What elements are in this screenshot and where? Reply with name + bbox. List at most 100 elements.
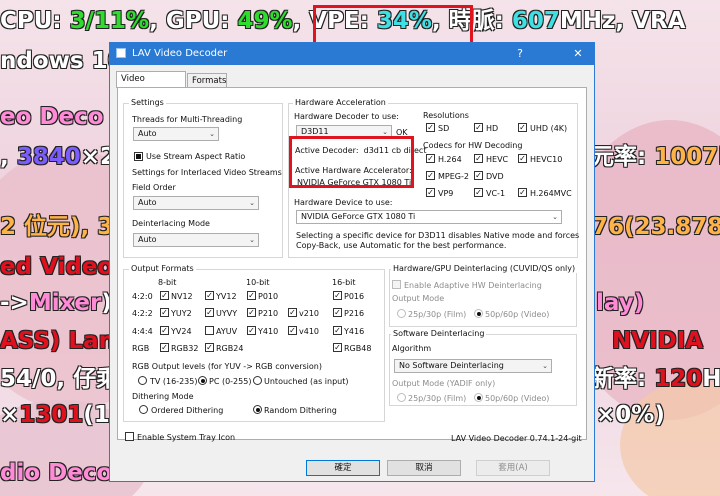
- codec-vp9-label: VP9: [438, 189, 454, 198]
- fmt-y416-label: Y416: [344, 327, 365, 336]
- ok-button[interactable]: 確定: [306, 460, 380, 476]
- codec-dvd-checkbox[interactable]: ✓: [474, 171, 483, 180]
- osd-line-gpu: NVIDIA: [612, 328, 704, 354]
- osd-line-drop: ×0%): [596, 402, 665, 428]
- res-hd-checkbox[interactable]: ✓: [474, 123, 483, 132]
- fmt-uyvy-checkbox[interactable]: ✓: [205, 308, 214, 317]
- fmt-p216-checkbox[interactable]: ✓: [333, 308, 342, 317]
- dither-ordered-label: Ordered Dithering: [151, 406, 224, 415]
- codec-hevc-checkbox[interactable]: ✓: [474, 154, 483, 163]
- col-8bit-label: 8-bit: [158, 278, 177, 287]
- fmt-p010-checkbox[interactable]: ✓: [247, 291, 256, 300]
- osd-line-subtitle: ASS) Lan: [0, 328, 115, 354]
- fmt-p210-checkbox[interactable]: ✓: [247, 308, 256, 317]
- fmt-yv12-checkbox[interactable]: ✓: [205, 291, 214, 300]
- codec-h264mvc-checkbox[interactable]: ✓: [518, 188, 527, 197]
- fmt-y416-checkbox[interactable]: ✓: [333, 326, 342, 335]
- tab-video-settings[interactable]: Video Settings: [116, 71, 186, 98]
- hw-device-select[interactable]: NVIDIA GeForce GTX 1080 Ti ⌄: [296, 210, 562, 224]
- osd-line-audio-decoder: dio Deco: [0, 460, 113, 486]
- fmt-ayuv-checkbox[interactable]: [205, 326, 214, 335]
- col-10bit-label: 10-bit: [246, 278, 270, 287]
- osd-line-display: lay): [596, 290, 645, 316]
- osd-line-fps: 76(23.878: [592, 214, 720, 240]
- osd-line-bitrate: 元率: 1007k: [591, 144, 720, 170]
- dither-random-radio[interactable]: [253, 405, 262, 414]
- deint-mode-select[interactable]: Auto ⌄: [133, 233, 259, 247]
- hw-mode-film-radio[interactable]: [397, 309, 406, 318]
- dither-random-label: Random Dithering: [264, 406, 337, 415]
- levels-untouched-radio[interactable]: [253, 376, 262, 385]
- osd-line-scale: ×1301(1.: [0, 402, 119, 428]
- fmt-rgb48-label: RGB48: [344, 344, 372, 353]
- fmt-rgb32-checkbox[interactable]: ✓: [160, 343, 169, 352]
- system-tray-checkbox[interactable]: [125, 432, 134, 441]
- fmt-rgb24-label: RGB24: [216, 344, 244, 353]
- levels-untouched-label: Untouched (as input): [264, 377, 349, 386]
- levels-pc-radio[interactable]: [198, 376, 207, 385]
- fmt-y410-checkbox[interactable]: ✓: [247, 326, 256, 335]
- codec-vp9-checkbox[interactable]: ✓: [426, 188, 435, 197]
- codec-dvd-label: DVD: [486, 172, 504, 181]
- fmt-yv24-checkbox[interactable]: ✓: [160, 326, 169, 335]
- sw-mode-video-label: 50p/60p (Video): [485, 394, 550, 403]
- osd-line-refresh: 新率: 120Hz: [591, 366, 720, 392]
- fmt-p016-checkbox[interactable]: ✓: [333, 291, 342, 300]
- output-formats-group-label: Output Formats: [129, 264, 196, 273]
- row-444-label: 4:4:4: [132, 327, 153, 336]
- fmt-rgb24-checkbox[interactable]: ✓: [205, 343, 214, 352]
- cancel-button[interactable]: 取消: [387, 460, 461, 476]
- sw-mode-film-label: 25p/30p (Film): [408, 394, 467, 403]
- fmt-rgb48-checkbox[interactable]: ✓: [333, 343, 342, 352]
- osd-line-bits: 2 位元), 3: [0, 214, 114, 240]
- fmt-ayuv-label: AYUV: [216, 327, 238, 336]
- fmt-nv12-label: NV12: [171, 292, 193, 301]
- fmt-v410-checkbox[interactable]: ✓: [288, 326, 297, 335]
- fmt-yuy2-checkbox[interactable]: ✓: [160, 308, 169, 317]
- hw-mode-film-label: 25p/30p (Film): [408, 310, 467, 319]
- res-uhd-checkbox[interactable]: ✓: [518, 123, 527, 132]
- field-order-label: Field Order: [132, 183, 176, 192]
- sw-mode-film-radio[interactable]: [397, 393, 406, 402]
- adaptive-hw-deint-label: Enable Adaptive HW Deinterlacing: [404, 281, 542, 290]
- title-bar[interactable]: LAV Video Decoder ? ✕: [110, 43, 594, 65]
- close-button[interactable]: ✕: [570, 46, 586, 62]
- sw-mode-video-radio[interactable]: [474, 393, 483, 402]
- hw-mode-video-label: 50p/60p (Video): [485, 310, 550, 319]
- osd-line-renderer: ed Video: [0, 254, 114, 280]
- dither-ordered-radio[interactable]: [139, 405, 148, 414]
- res-sd-checkbox[interactable]: ✓: [426, 123, 435, 132]
- codec-vc1-checkbox[interactable]: ✓: [474, 188, 483, 197]
- res-sd-label: SD: [438, 124, 450, 133]
- fmt-v210-checkbox[interactable]: ✓: [288, 308, 297, 317]
- dither-label: Dithering Mode: [132, 392, 194, 401]
- stream-aspect-checkbox[interactable]: [134, 152, 143, 161]
- codecs-label: Codecs for HW Decoding: [423, 141, 523, 150]
- codec-h264-checkbox[interactable]: ✓: [426, 154, 435, 163]
- hw-mode-video-radio[interactable]: [474, 309, 483, 318]
- osd-line-resolution: , 3840×2: [0, 144, 117, 170]
- sw-deint-group-label: Software Deinterlacing: [391, 329, 487, 338]
- sw-algo-select[interactable]: No Software Deinterlacing ⌄: [394, 359, 552, 373]
- fmt-p210-label: P210: [258, 309, 279, 318]
- version-label: LAV Video Decoder 0.74.1-24-git: [451, 434, 582, 443]
- tab-formats[interactable]: Formats: [187, 73, 227, 88]
- codec-mpeg2-checkbox[interactable]: ✓: [426, 171, 435, 180]
- adaptive-hw-deint-checkbox[interactable]: [392, 280, 401, 289]
- threads-select[interactable]: Auto ⌄: [133, 127, 219, 141]
- apply-button[interactable]: 套用(A): [476, 460, 550, 476]
- field-order-select[interactable]: Auto ⌄: [133, 196, 259, 210]
- fmt-v410-label: v410: [299, 327, 320, 336]
- system-tray-label: Enable System Tray Icon: [137, 433, 236, 442]
- help-button[interactable]: ?: [512, 46, 528, 62]
- osd-line-video-decoder: eo Deco: [0, 104, 104, 130]
- codec-h264-label: H.264: [438, 155, 462, 164]
- sw-algo-label: Algorithm: [392, 344, 432, 353]
- codec-mpeg2-label: MPEG-2: [438, 172, 469, 181]
- codec-hevc10-checkbox[interactable]: ✓: [518, 154, 527, 163]
- vpe-highlight-box: [313, 5, 473, 45]
- levels-tv-label: TV (16-235): [150, 377, 198, 386]
- codec-vc1-label: VC-1: [486, 189, 506, 198]
- levels-tv-radio[interactable]: [138, 376, 147, 385]
- fmt-nv12-checkbox[interactable]: ✓: [160, 291, 169, 300]
